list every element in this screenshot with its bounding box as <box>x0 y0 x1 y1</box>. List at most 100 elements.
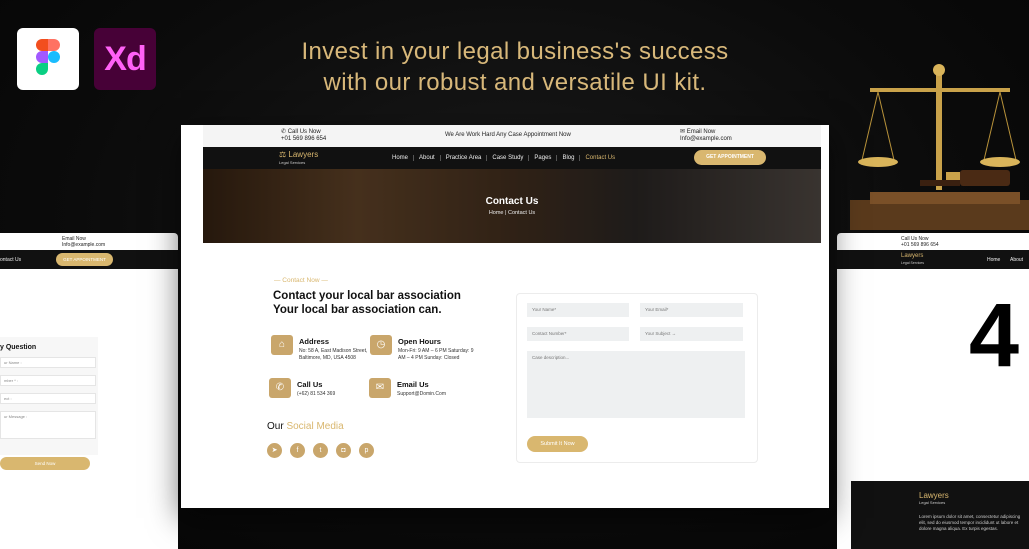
name-input[interactable]: Your Name* <box>527 303 629 317</box>
description-textarea[interactable]: Case description... <box>527 351 745 418</box>
hero-banner: Contact Us Home | Contact Us <box>203 169 821 243</box>
topbar-email-label: Email Now <box>686 129 716 135</box>
right-nav-about[interactable]: About <box>1010 257 1023 263</box>
left-number-field[interactable]: mber * : <box>0 375 96 386</box>
call-label: Call Us <box>297 380 323 389</box>
right-brand-sub: Legal Services <box>901 261 924 265</box>
left-question-form: y Question ur Name : mber * : ect : ur M… <box>0 337 98 470</box>
telegram-icon[interactable]: ➤ <box>267 443 282 458</box>
email-input[interactable]: Your Email* <box>640 303 743 317</box>
left-email-block: Email Now Info@example.com <box>62 236 105 248</box>
nav-brand-sub: Legal Services <box>279 160 306 165</box>
right-big-number: 4 <box>969 286 1020 386</box>
headline-line-2: with our robust and versatile UI kit. <box>323 69 707 96</box>
right-call-block: Call Us Now +01 569 896 654 <box>901 236 939 248</box>
social-title-prefix: Our <box>267 421 284 432</box>
footer-text: Lorem ipsum dolor sit amet, consectetur … <box>919 514 1021 531</box>
mail-icon: ✉ <box>369 378 391 398</box>
submit-button[interactable]: Submit It Now <box>527 436 588 452</box>
left-message-field[interactable]: ur Message : <box>0 411 96 439</box>
right-preview-panel: Call Us Now +01 569 896 654 Lawyers Lega… <box>837 233 1029 549</box>
nav-blog[interactable]: Blog <box>557 155 581 161</box>
topbar-email-value: Info@example.com <box>680 136 732 142</box>
adobe-xd-logo-icon: Xd <box>94 28 156 90</box>
nav-practice-area[interactable]: Practice Area <box>441 155 488 161</box>
right-footer: Lawyers Legal Services Lorem ipsum dolor… <box>851 481 1029 549</box>
left-preview-panel: Email Now Info@example.com ontact Us GET… <box>0 233 178 549</box>
footer-brand-sub: Legal Services <box>919 500 946 505</box>
left-nav-link[interactable]: ontact Us <box>0 257 21 263</box>
social-title-highlight: Social Media <box>286 421 344 432</box>
address-label: Address <box>299 337 330 346</box>
nav-brand[interactable]: ⚖ Lawyers Legal Services <box>279 151 318 167</box>
right-topbar: Call Us Now +01 569 896 654 <box>837 233 1029 250</box>
headline-line-1: Invest in your legal business's success <box>301 38 729 65</box>
topbar-call-label: Call Us Now <box>287 129 321 135</box>
hero-title: Contact Us <box>485 196 539 207</box>
nav-about[interactable]: About <box>414 155 441 161</box>
contact-eyebrow: — Contact Now — <box>274 277 328 284</box>
phone-icon: ✆ <box>269 378 291 398</box>
right-call-value: +01 569 896 654 <box>901 242 939 248</box>
contact-heading: Contact your local bar association Your … <box>273 289 513 317</box>
nav-contact-us[interactable]: Contact Us <box>580 155 620 161</box>
left-appointment-button[interactable]: GET APPOINTMENT <box>56 253 113 266</box>
social-links: ➤ f t ◘ p <box>267 443 374 458</box>
main-nav: ⚖ Lawyers Legal Services Home About Prac… <box>203 147 821 169</box>
nav-home[interactable]: Home <box>387 155 415 161</box>
figma-shape-2 <box>48 39 60 51</box>
call-value: (+62) 81 534 369 <box>297 391 336 397</box>
right-nav: Lawyers Legal Services Home About <box>837 250 1029 269</box>
contact-page-mockup: ✆ Call Us Now +01 569 896 654 We Are Wor… <box>181 125 829 508</box>
subject-select[interactable]: Your Subject → <box>640 327 743 341</box>
left-nav: ontact Us GET APPOINTMENT <box>0 250 178 269</box>
right-brand-name: Lawyers <box>901 253 924 259</box>
topbar-notice[interactable]: We Are Work Hard Any Case Appointment No… <box>445 132 571 139</box>
left-form-title: y Question <box>0 344 37 351</box>
nav-case-study[interactable]: Case Study <box>487 155 530 161</box>
topbar-email: ✉ Email Now Info@example.com <box>680 129 732 143</box>
footer-brand-name: Lawyers <box>919 491 949 500</box>
email-value[interactable]: Support@Domin.Com <box>397 391 477 398</box>
nav-pages[interactable]: Pages <box>529 155 558 161</box>
phone-icon: ✆ <box>281 129 288 135</box>
location-icon: ⌂ <box>271 335 293 355</box>
figma-shape-4 <box>48 51 60 63</box>
breadcrumb[interactable]: Home | Contact Us <box>203 210 821 216</box>
hours-label: Open Hours <box>398 337 441 346</box>
nav-links: Home About Practice Area Case Study Page… <box>387 155 620 161</box>
facebook-icon[interactable]: f <box>290 443 305 458</box>
left-name-field[interactable]: ur Name : <box>0 357 96 368</box>
address-value: No: 58 A, East Madison Street, Baltimore… <box>299 348 368 361</box>
mail-icon: ✉ <box>680 129 687 135</box>
scales-of-justice-icon <box>850 64 1029 230</box>
contact-heading-line-1: Contact your local bar association <box>273 290 461 302</box>
twitter-icon[interactable]: t <box>313 443 328 458</box>
contact-number-input[interactable]: Contact Number* <box>527 327 629 341</box>
topbar: ✆ Call Us Now +01 569 896 654 We Are Wor… <box>203 125 821 147</box>
email-label: Email Us <box>397 380 429 389</box>
left-email-value: Info@example.com <box>62 242 106 248</box>
instagram-icon[interactable]: ◘ <box>336 443 351 458</box>
clock-icon: ◷ <box>370 335 392 355</box>
headline: Invest in your legal business's success … <box>250 36 780 98</box>
pinterest-icon[interactable]: p <box>359 443 374 458</box>
xd-label: Xd <box>104 39 146 78</box>
right-brand: Lawyers Legal Services <box>901 253 924 267</box>
figma-shape-5 <box>36 63 48 75</box>
get-appointment-button[interactable]: GET APPOINTMENT <box>694 150 766 165</box>
topbar-call-value: +01 569 896 654 <box>281 136 327 142</box>
figma-shape-3 <box>36 51 48 63</box>
hours-value: Mon-Fri: 9 AM – 6 PM Saturday: 9 AM – 4 … <box>398 348 474 361</box>
right-nav-home[interactable]: Home <box>987 257 1000 263</box>
left-send-button[interactable]: Send Now <box>0 457 90 470</box>
scales-logo-icon: ⚖ <box>279 150 289 159</box>
left-subject-field[interactable]: ect : <box>0 393 96 404</box>
footer-brand: Lawyers Legal Services <box>919 491 949 505</box>
left-topbar: Email Now Info@example.com <box>0 233 178 250</box>
nav-brand-name: Lawyers <box>288 150 319 159</box>
contact-form: Your Name* Your Email* Contact Number* Y… <box>516 293 758 463</box>
social-title: Our Social Media <box>267 421 344 432</box>
figma-logo-icon <box>17 28 79 90</box>
contact-heading-line-2: Your local bar association can. <box>273 304 442 316</box>
